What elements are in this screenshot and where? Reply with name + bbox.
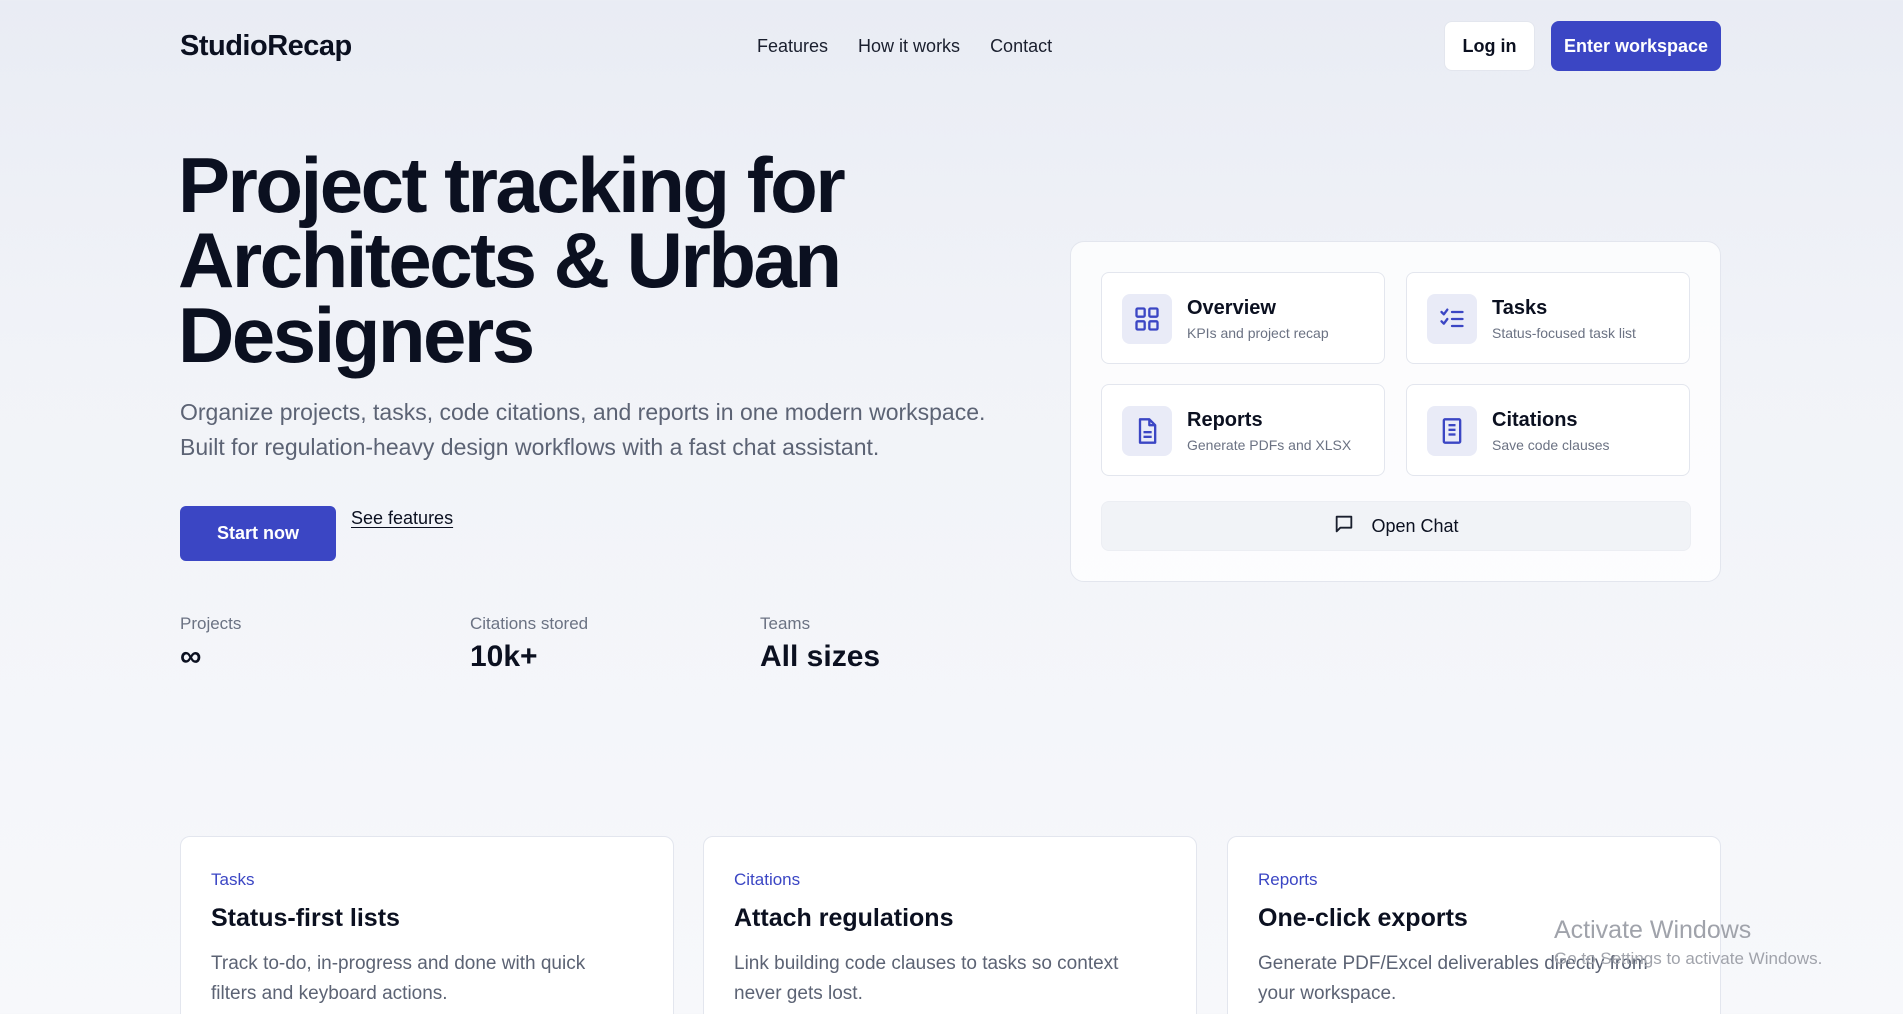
open-chat-button[interactable]: Open Chat — [1101, 501, 1691, 551]
see-features-link[interactable]: See features — [351, 508, 453, 529]
hero-title: Project tracking for Architects & Urban … — [178, 141, 1038, 379]
card-title: Attach regulations — [734, 904, 954, 932]
open-chat-label: Open Chat — [1371, 515, 1459, 536]
nav-link-how-it-works[interactable]: How it works — [858, 36, 960, 57]
main-nav: Features How it works Contact — [757, 36, 1052, 57]
checklist-icon — [1427, 294, 1477, 344]
hero-title-line: Designers — [178, 291, 535, 379]
hero-title-line: Architects & Urban — [178, 216, 842, 304]
stat-projects: Projects ∞ — [180, 614, 241, 674]
feature-card-tasks: Tasks Status-first lists Track to-do, in… — [180, 836, 674, 1014]
card-title: One-click exports — [1258, 904, 1468, 932]
stat-label: Teams — [760, 614, 811, 633]
nav-link-features[interactable]: Features — [757, 36, 828, 57]
document-icon — [1122, 406, 1172, 456]
grid-icon — [1122, 294, 1172, 344]
activate-windows-watermark: Activate Windows Go to Settings to activ… — [1554, 916, 1822, 969]
chat-bubble-icon — [1333, 513, 1355, 540]
card-tag: Citations — [734, 870, 801, 889]
book-icon — [1427, 406, 1477, 456]
stat-label: Projects — [180, 614, 242, 633]
tile-description: Save code clauses — [1492, 437, 1610, 453]
stat-label: Citations stored — [470, 614, 589, 633]
tile-title: Reports — [1187, 409, 1263, 431]
watermark-title: Activate Windows — [1554, 916, 1752, 944]
tile-description: Generate PDFs and XLSX — [1187, 437, 1352, 453]
tile-overview[interactable]: Overview KPIs and project recap — [1101, 272, 1385, 364]
hero-title-line: Project tracking for — [178, 141, 846, 229]
stat-value: ∞ — [180, 640, 202, 673]
login-button[interactable]: Log in — [1444, 21, 1535, 71]
tile-citations[interactable]: Citations Save code clauses — [1406, 384, 1690, 476]
tile-description: Status-focused task list — [1492, 325, 1636, 341]
enter-workspace-button[interactable]: Enter workspace — [1551, 21, 1721, 71]
feature-panel: Overview KPIs and project recap Tasks St… — [1070, 241, 1721, 582]
nav-link-contact[interactable]: Contact — [990, 36, 1052, 57]
site-header: StudioRecap Features How it works Contac… — [0, 0, 1903, 95]
watermark-subtitle: Go to Settings to activate Windows. — [1554, 949, 1823, 968]
stat-value: 10k+ — [470, 640, 538, 673]
stat-citations: Citations stored 10k+ — [470, 614, 588, 674]
card-title: Status-first lists — [211, 904, 400, 932]
tile-tasks[interactable]: Tasks Status-focused task list — [1406, 272, 1690, 364]
brand-logo[interactable]: StudioRecap — [180, 30, 352, 63]
start-now-button[interactable]: Start now — [180, 506, 336, 561]
hero-subtitle: Organize projects, tasks, code citations… — [180, 399, 986, 460]
tile-title: Citations — [1492, 409, 1578, 431]
stat-teams: Teams All sizes — [760, 614, 880, 674]
card-description: Link building code clauses to tasks so c… — [734, 953, 1119, 1004]
card-tag: Reports — [1258, 870, 1318, 889]
card-tag: Tasks — [211, 870, 255, 889]
tile-description: KPIs and project recap — [1187, 325, 1329, 341]
feature-card-citations: Citations Attach regulations Link buildi… — [703, 836, 1197, 1014]
stat-value: All sizes — [760, 640, 881, 673]
tile-title: Overview — [1187, 297, 1276, 319]
tile-reports[interactable]: Reports Generate PDFs and XLSX — [1101, 384, 1385, 476]
tile-title: Tasks — [1492, 297, 1548, 319]
card-description: Track to-do, in-progress and done with q… — [211, 953, 586, 1004]
